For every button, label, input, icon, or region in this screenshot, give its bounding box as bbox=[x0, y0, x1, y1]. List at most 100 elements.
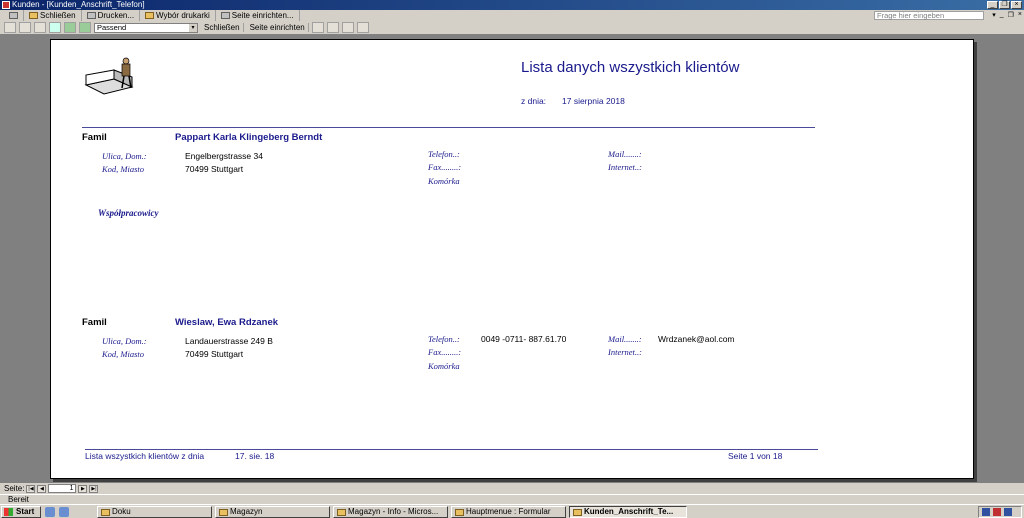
printer-icon bbox=[86, 12, 96, 19]
internet-label: Internet..: bbox=[608, 347, 642, 357]
form-icon bbox=[455, 508, 464, 516]
family-name: Pappart Karla Klingeberg Berndt bbox=[175, 132, 323, 143]
title-bar: Kunden - [Kunden_Anschrift_Telefon] _ ❐ … bbox=[0, 0, 1024, 10]
workspace-background bbox=[974, 35, 1024, 482]
new-object-icon[interactable] bbox=[341, 22, 354, 33]
last-page-button[interactable]: ▶| bbox=[89, 484, 99, 493]
help-search-input[interactable]: Frage hier eingeben bbox=[874, 11, 984, 20]
access-icon bbox=[337, 508, 346, 516]
phone-value: 0049 -0711- 887.61.70 bbox=[481, 334, 567, 344]
doc-restore-button[interactable]: ❐ bbox=[1008, 11, 1014, 19]
taskbar-item-magazyn-info[interactable]: Magazyn - Info - Micros... bbox=[333, 505, 448, 518]
print-preview-toolbar: Passend ▾ Schließen Seite einrichten bbox=[0, 21, 1024, 35]
page-setup-toolbar-button[interactable]: Seite einrichten bbox=[247, 23, 309, 32]
page-number-input[interactable]: 1 bbox=[48, 484, 77, 493]
folder-icon bbox=[219, 508, 228, 516]
close-window-button[interactable]: × bbox=[1011, 1, 1022, 9]
family-label: Famil bbox=[82, 317, 107, 328]
mail-label: Mail.......: bbox=[608, 149, 642, 159]
help-icon[interactable] bbox=[356, 22, 369, 33]
restore-button[interactable]: ❐ bbox=[999, 1, 1010, 9]
first-page-button[interactable]: |◀ bbox=[26, 484, 36, 493]
prev-page-button[interactable]: ◀ bbox=[37, 484, 47, 493]
folder-icon bbox=[29, 12, 38, 19]
fax-label: Fax........: bbox=[428, 162, 462, 172]
report-page: Lista danych wszystkich klientów z dnia:… bbox=[50, 39, 974, 479]
phone-label: Telefon..: bbox=[428, 149, 460, 159]
windows-taskbar: Start Doku Magazyn Magazyn - Info - Micr… bbox=[0, 504, 1024, 518]
window-title: Kunden - [Kunden_Anschrift_Telefon] bbox=[12, 0, 145, 9]
report-icon bbox=[573, 508, 582, 516]
mail-label: Mail.......: bbox=[608, 334, 642, 344]
doc-minimize-button[interactable]: _ bbox=[1000, 11, 1004, 19]
mail-value: Wrdzanek@aol.com bbox=[658, 334, 735, 344]
street-value: Engelbergstrasse 34 bbox=[185, 151, 263, 161]
footer-date: 17. sie. 18 bbox=[235, 451, 275, 461]
quicklaunch-ie-icon[interactable] bbox=[59, 506, 69, 517]
taskbar-item-doku[interactable]: Doku bbox=[97, 505, 212, 518]
mobile-label: Komórka bbox=[428, 176, 460, 186]
street-label: Ulica, Dom.: bbox=[102, 151, 147, 161]
coworkers-heading: Współpracowicy bbox=[98, 208, 159, 218]
fax-label: Fax........: bbox=[428, 347, 462, 357]
multiple-pages-icon[interactable] bbox=[79, 22, 91, 33]
access-app-icon bbox=[2, 1, 10, 9]
zoom-select[interactable]: Passend ▾ bbox=[94, 22, 198, 33]
phone-label: Telefon..: bbox=[428, 334, 460, 344]
next-page-button[interactable]: ▶ bbox=[78, 484, 88, 493]
tray-network-icon[interactable] bbox=[982, 508, 990, 516]
document-icon bbox=[9, 12, 18, 19]
footer-separator bbox=[85, 449, 818, 450]
taskbar-item-kunden[interactable]: Kunden_Anschrift_Te... bbox=[569, 505, 687, 518]
report-date-value: 17 sierpnia 2018 bbox=[562, 96, 625, 106]
close-menu-item[interactable]: Schließen bbox=[24, 10, 82, 21]
city-label: Kod, Miasto bbox=[102, 349, 145, 359]
view-icon[interactable] bbox=[4, 22, 16, 33]
record-separator bbox=[82, 127, 815, 128]
report-title: Lista danych wszystkich klientów bbox=[521, 59, 740, 76]
two-pages-icon[interactable] bbox=[64, 22, 76, 33]
status-bar: Bereit bbox=[0, 494, 1024, 504]
mobile-label: Komórka bbox=[428, 361, 460, 371]
city-label: Kod, Miasto bbox=[102, 164, 145, 174]
page-navigation: Seite: |◀ ◀ 1 ▶ ▶| bbox=[0, 483, 1024, 494]
street-value: Landauerstrasse 249 B bbox=[185, 336, 273, 346]
footer-label: Lista wszystkich klientów z dnia bbox=[85, 451, 205, 461]
close-toolbar-button[interactable]: Schließen bbox=[201, 23, 244, 32]
folder-icon bbox=[101, 508, 110, 516]
zoom-icon[interactable] bbox=[34, 22, 46, 33]
family-name: Wieslaw, Ewa Rdzanek bbox=[175, 317, 279, 328]
chevron-down-icon: ▾ bbox=[189, 23, 197, 32]
report-date-label: z dnia: bbox=[521, 96, 547, 106]
city-value: 70499 Stuttgart bbox=[185, 349, 244, 359]
page-setup-menu-item[interactable]: Seite einrichten... bbox=[216, 10, 300, 21]
street-label: Ulica, Dom.: bbox=[102, 336, 147, 346]
print-icon[interactable] bbox=[19, 22, 31, 33]
minimize-button[interactable]: _ bbox=[987, 1, 998, 9]
page-setup-icon bbox=[220, 12, 230, 19]
preview-menu-bar: Schließen Drucken... Wybór drukarki Seit… bbox=[0, 10, 1024, 21]
page-nav-label: Seite: bbox=[4, 484, 25, 493]
menu-doc-icon-button[interactable] bbox=[4, 10, 24, 21]
tray-volume-icon[interactable] bbox=[993, 508, 1001, 516]
start-button[interactable]: Start bbox=[1, 505, 41, 518]
family-label: Famil bbox=[82, 132, 107, 143]
help-dropdown-icon[interactable]: ▾ bbox=[992, 11, 996, 19]
print-menu-item[interactable]: Drucken... bbox=[82, 10, 141, 21]
database-window-icon[interactable] bbox=[326, 22, 339, 33]
word-export-icon[interactable] bbox=[311, 22, 324, 33]
internet-label: Internet..: bbox=[608, 162, 642, 172]
quicklaunch-desktop-icon[interactable] bbox=[45, 506, 55, 517]
tray-security-icon[interactable] bbox=[1004, 508, 1012, 516]
taskbar-item-magazyn[interactable]: Magazyn bbox=[215, 505, 330, 518]
windows-logo-icon bbox=[4, 507, 13, 516]
footer-page-number: Seite 1 von 18 bbox=[728, 451, 783, 461]
city-value: 70499 Stuttgart bbox=[185, 164, 244, 174]
worker-with-box-icon bbox=[84, 57, 134, 95]
doc-close-button[interactable]: × bbox=[1018, 11, 1022, 19]
taskbar-item-hauptmenue[interactable]: Hauptmenue : Formular bbox=[451, 505, 566, 518]
printer-select-menu-item[interactable]: Wybór drukarki bbox=[140, 10, 216, 21]
system-tray bbox=[978, 506, 1022, 518]
one-page-icon[interactable] bbox=[49, 22, 61, 33]
printer-select-icon bbox=[145, 12, 155, 19]
